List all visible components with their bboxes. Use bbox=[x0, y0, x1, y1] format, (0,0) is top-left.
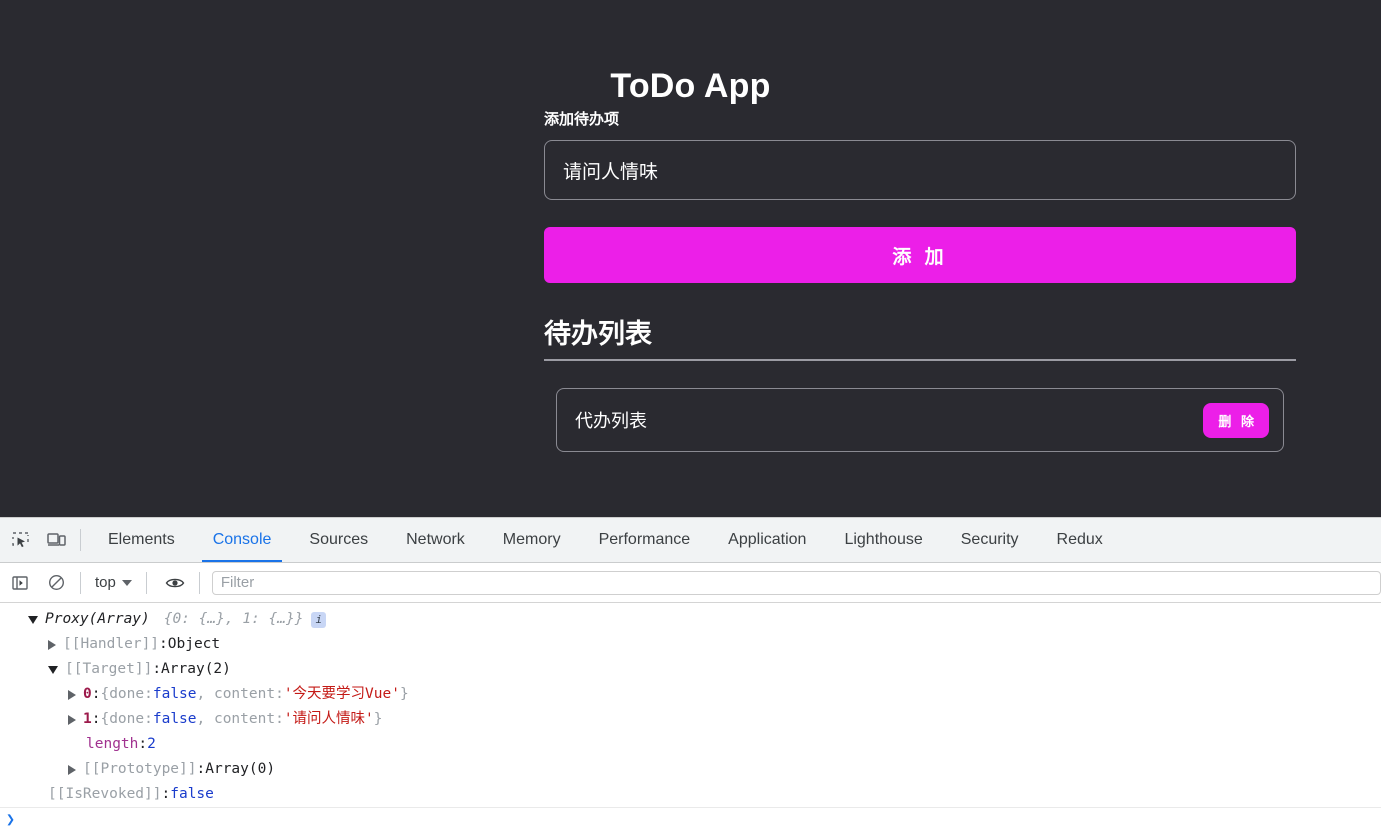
info-badge[interactable]: i bbox=[311, 611, 327, 628]
obj-close-1: } bbox=[373, 711, 383, 727]
isrevoked-key: [[IsRevoked]] bbox=[48, 786, 162, 802]
add-todo-label: 添加待办项 bbox=[544, 111, 620, 128]
tab-elements[interactable]: Elements bbox=[89, 518, 194, 562]
tab-performance[interactable]: Performance bbox=[580, 518, 710, 562]
content-value-1: '请问人情味' bbox=[283, 711, 374, 727]
tab-memory[interactable]: Memory bbox=[484, 518, 580, 562]
obj-close-0: } bbox=[399, 686, 409, 702]
tab-network[interactable]: Network bbox=[387, 518, 484, 562]
target-key: [[Target]] bbox=[65, 661, 153, 677]
tab-sources[interactable]: Sources bbox=[290, 518, 387, 562]
prototype-key: [[Prototype]] bbox=[83, 761, 197, 777]
triangle-right-icon-1[interactable] bbox=[68, 714, 76, 725]
list-item[interactable]: 代办列表 删 除 bbox=[556, 388, 1284, 452]
clear-console-icon[interactable] bbox=[40, 567, 72, 599]
page-title: ToDo App bbox=[610, 66, 771, 105]
devtools-tabbar: Elements Console Sources Network Memory … bbox=[0, 518, 1381, 563]
execution-context-selector[interactable]: top bbox=[89, 571, 138, 594]
proxy-type-name: Proxy(Array) bbox=[45, 611, 150, 627]
toolbar-divider bbox=[80, 529, 81, 551]
obj-open-0: {done: bbox=[100, 686, 153, 702]
tab-security[interactable]: Security bbox=[942, 518, 1038, 562]
content-value-0: '今天要学习Vue' bbox=[283, 686, 400, 702]
done-value-1: false bbox=[152, 711, 197, 727]
proxy-preview: {0: {…}, 1: {…}} bbox=[163, 611, 304, 627]
handler-key: [[Handler]] bbox=[63, 636, 160, 652]
array-index-0: 0 bbox=[83, 686, 92, 702]
console-row-length: length : 2 bbox=[0, 732, 1381, 757]
todo-app: ToDo App 添加待办项 添 加 待办列表 代办列表 删 除 bbox=[0, 0, 1381, 517]
colon-separator-5: : bbox=[138, 736, 148, 752]
console-output: Proxy(Array) {0: {…}, 1: {…}} i [[Handle… bbox=[0, 603, 1381, 830]
array-index-1: 1 bbox=[83, 711, 92, 727]
todo-item-text: 代办列表 bbox=[575, 411, 647, 431]
tab-lighthouse[interactable]: Lighthouse bbox=[825, 518, 941, 562]
colon-separator: : bbox=[159, 636, 168, 652]
console-row-prototype[interactable]: [[Prototype]] : Array(0) bbox=[0, 757, 1381, 782]
triangle-right-icon-proto[interactable] bbox=[68, 764, 76, 775]
console-prompt[interactable]: ❯ bbox=[0, 807, 1381, 830]
colon-separator-4: : bbox=[91, 711, 101, 727]
console-row-index-0[interactable]: 0 : {done: false , content: '今天要学习Vue' } bbox=[0, 682, 1381, 707]
length-value: 2 bbox=[147, 736, 156, 752]
triangle-down-icon[interactable] bbox=[28, 615, 38, 624]
colon-separator-2: : bbox=[152, 661, 162, 677]
obj-open-1: {done: bbox=[100, 711, 153, 727]
colon-separator-6: : bbox=[196, 761, 206, 777]
toolbar-divider-3 bbox=[145, 571, 147, 594]
colon-separator-7: : bbox=[161, 786, 171, 802]
tab-redux[interactable]: Redux bbox=[1038, 518, 1122, 562]
devtools-panel: Elements Console Sources Network Memory … bbox=[0, 517, 1381, 831]
triangle-right-icon-0[interactable] bbox=[68, 689, 76, 700]
prototype-value: Array(0) bbox=[205, 761, 276, 777]
console-row-target[interactable]: [[Target]] : Array(2) bbox=[0, 657, 1381, 682]
console-row-isrevoked: [[IsRevoked]] : false bbox=[0, 782, 1381, 807]
done-value-0: false bbox=[152, 686, 197, 702]
add-todo-button[interactable]: 添 加 bbox=[544, 227, 1296, 283]
triangle-down-icon-target[interactable] bbox=[48, 665, 58, 674]
live-expression-icon[interactable] bbox=[159, 567, 191, 599]
chevron-right-icon: ❯ bbox=[6, 810, 16, 828]
console-toolbar: top bbox=[0, 563, 1381, 603]
target-value: Array(2) bbox=[161, 661, 231, 677]
console-row-proxy[interactable]: Proxy(Array) {0: {…}, 1: {…}} i bbox=[0, 607, 1381, 632]
browser-page-viewport: ToDo App 添加待办项 添 加 待办列表 代办列表 删 除 bbox=[0, 0, 1381, 517]
obj-mid-1: , content: bbox=[196, 711, 284, 727]
handler-value: Object bbox=[167, 636, 221, 652]
console-row-handler[interactable]: [[Handler]] : Object bbox=[0, 632, 1381, 657]
console-row-index-1[interactable]: 1 : {done: false , content: '请问人情味' } bbox=[0, 707, 1381, 732]
obj-mid-0: , content: bbox=[196, 686, 284, 702]
length-key: length bbox=[86, 736, 139, 752]
tab-console[interactable]: Console bbox=[194, 518, 291, 562]
tab-application[interactable]: Application bbox=[709, 518, 825, 562]
execution-context-label: top bbox=[95, 574, 116, 591]
delete-todo-button[interactable]: 删 除 bbox=[1203, 402, 1269, 438]
console-sidebar-icon[interactable] bbox=[4, 567, 36, 599]
colon-separator-3: : bbox=[91, 686, 101, 702]
toolbar-divider-2 bbox=[80, 571, 81, 594]
todo-list: 代办列表 删 除 bbox=[544, 388, 1296, 452]
device-toolbar-icon[interactable] bbox=[40, 524, 72, 556]
isrevoked-value: false bbox=[170, 786, 214, 802]
todo-list-heading: 待办列表 bbox=[544, 317, 1296, 361]
todo-input[interactable] bbox=[544, 140, 1296, 200]
toolbar-divider-4 bbox=[198, 571, 200, 594]
triangle-right-icon[interactable] bbox=[48, 639, 56, 650]
console-filter-input[interactable] bbox=[211, 570, 1381, 595]
inspect-element-icon[interactable] bbox=[4, 524, 36, 556]
todo-form: 添加待办项 添 加 待办列表 代办列表 删 除 bbox=[544, 110, 1296, 452]
chevron-down-icon bbox=[121, 579, 132, 586]
